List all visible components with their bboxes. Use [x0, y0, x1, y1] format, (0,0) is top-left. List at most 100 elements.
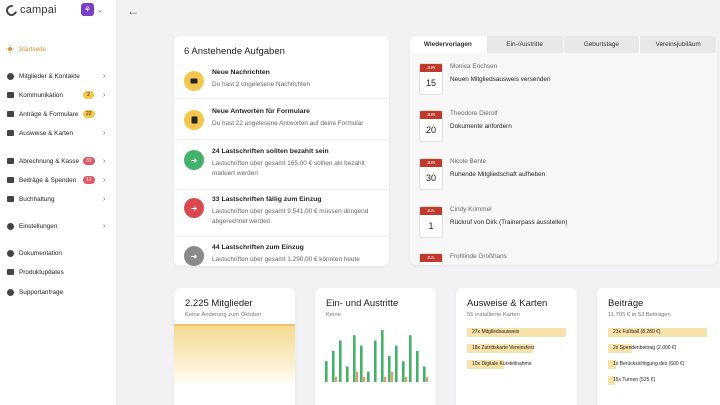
- tab-ein-austritte[interactable]: Ein-/Austritte: [486, 36, 564, 53]
- sidebar-item-ausweise[interactable]: Ausweise & Karten ›: [0, 126, 117, 140]
- fees-title: Beiträge: [608, 298, 644, 309]
- entries-exits-chart: [325, 330, 428, 382]
- task-text: Lastschriften über gesamt 9.541,00 € müs…: [212, 208, 369, 225]
- card-type-bar: 10x Digitale Kursteilnahme: [467, 360, 531, 369]
- followup-entry[interactable]: JUN 20 Theodore Dierolf Dokumente anford…: [419, 110, 709, 150]
- fees-card[interactable]: Beiträge 11.705 € in 53 Beiträgen 23x Fu…: [597, 288, 720, 405]
- tab-geburtstage[interactable]: Geburtstage: [563, 36, 641, 53]
- sidebar-item-dokumentation[interactable]: Dokumentation: [0, 246, 117, 260]
- fee-bar: 15x Turnen (525 €): [608, 376, 655, 385]
- sun-icon: [6, 45, 14, 53]
- divider: [174, 189, 389, 190]
- followup-entry[interactable]: JUL 1 Cindy Krimmel Rückruf von Dirk (Tr…: [419, 206, 709, 246]
- sidebar-item-antraege[interactable]: Anträge & Formulare 22: [0, 107, 117, 121]
- chevron-right-icon: ›: [103, 91, 106, 99]
- calendar-day: 20: [425, 125, 436, 135]
- entries-exits-title: Ein- und Austritte: [326, 298, 399, 309]
- app-logo[interactable]: campai: [3, 2, 57, 18]
- arrow-icon: ➜: [184, 246, 204, 266]
- fee-bar: 2x Spendenbeitrag (2.000 €): [608, 344, 676, 353]
- sidebar-item-einstellungen[interactable]: Einstellungen ›: [0, 219, 117, 233]
- calendar-month: JUN: [420, 64, 442, 72]
- people-icon: [6, 72, 14, 80]
- back-arrow-icon[interactable]: ←: [127, 4, 139, 18]
- entry-name: Theodore Dierolf: [450, 110, 498, 117]
- task-title: Neue Nachrichten: [212, 69, 270, 76]
- gear-icon: [6, 222, 14, 230]
- task-title: 24 Lastschriften sollten bezahlt sein: [212, 148, 329, 155]
- sidebar-item-mitglieder[interactable]: Mitglieder & Kontakte ›: [0, 69, 117, 83]
- entries-bar: [388, 356, 391, 382]
- task-text: Lastschriften über gesamt 165,00 € sollt…: [212, 160, 365, 177]
- sidebar-item-abrechnung[interactable]: Abrechnung & Kasse 33 ›: [0, 154, 117, 168]
- due-badge: 12: [83, 176, 95, 184]
- feed-tabs: Wiedervorlagen Ein-/Austritte Geburtstag…: [410, 36, 717, 53]
- calendar-day: 1: [428, 221, 434, 231]
- entries-bar: [346, 366, 349, 382]
- exits-bar: [426, 376, 428, 382]
- entries-bar: [367, 371, 370, 382]
- calendar-day: 30: [425, 173, 436, 183]
- sidebar-item-produktupdates[interactable]: Produktupdates: [0, 265, 117, 279]
- entries-bar: [374, 340, 377, 382]
- sidebar-item-startseite[interactable]: Startseite: [0, 42, 117, 56]
- unread-badge: 2: [83, 91, 94, 99]
- entry-name: Cindy Krimmel: [450, 206, 492, 213]
- cards-subtitle: 55 installierte Karten: [467, 312, 520, 318]
- chevron-right-icon: ›: [103, 157, 106, 165]
- tasks-title: 6 Anstehende Aufgaben: [184, 46, 285, 57]
- members-card[interactable]: 2.225 Mitglieder Keine Änderung zum Okto…: [174, 288, 295, 405]
- fee-bar: 1x Berücksichtigung des (600 €): [608, 360, 684, 369]
- calendar-month: JUL: [420, 207, 442, 215]
- form-icon: [6, 110, 14, 118]
- donation-icon: [6, 176, 14, 184]
- entries-exits-card[interactable]: Ein- und Austritte Keine: [315, 288, 436, 405]
- entry-text: Rückruf von Dirk (Trainerpass ausstellen…: [450, 219, 568, 226]
- form-icon: [184, 110, 204, 130]
- entries-bar: [332, 350, 335, 382]
- followup-entry[interactable]: JUL Frohlinde Großhans: [419, 253, 709, 265]
- entries-bar: [353, 335, 356, 382]
- followup-entry[interactable]: JUN 30 Nicole Bente Ruhende Mitgliedscha…: [419, 158, 709, 198]
- sidebar-item-supportanfrage[interactable]: Supportanfrage: [0, 285, 117, 299]
- support-icon: [6, 288, 14, 296]
- entries-bar: [325, 361, 328, 382]
- chevron-right-icon: ›: [103, 195, 106, 203]
- entries-bar: [339, 340, 342, 382]
- card-icon: [6, 129, 14, 137]
- calendar-date: JUN 15: [419, 63, 443, 95]
- followup-card: Wiedervorlagen Ein-/Austritte Geburtstag…: [410, 36, 717, 265]
- sidebar-item-buchhaltung[interactable]: Buchhaltung ›: [0, 192, 117, 206]
- card-type-bar: 18x Zutrittskarte Vereinsfest: [467, 344, 534, 353]
- chat-icon: [6, 91, 14, 99]
- exits-bar: [335, 376, 338, 382]
- sidebar-item-beitraege[interactable]: Beiträge & Spenden 12 ›: [0, 173, 117, 187]
- entry-text: Ruhende Mitgliedschaft aufheben: [450, 171, 546, 178]
- entries-bar: [381, 330, 384, 382]
- chevron-right-icon: ›: [103, 129, 106, 137]
- cards-card[interactable]: Ausweise & Karten 55 installierte Karten…: [456, 288, 577, 405]
- members-title: 2.225 Mitglieder: [185, 298, 253, 309]
- exits-bar: [363, 376, 366, 382]
- chevron-right-icon: ›: [103, 222, 106, 230]
- arrow-icon: ➜: [184, 198, 204, 218]
- tab-wiedervorlagen[interactable]: Wiedervorlagen: [410, 36, 487, 53]
- divider: [174, 98, 389, 99]
- card-type-bar: 27x Mitgliedsausweis: [467, 328, 566, 337]
- sidebar: campai ⚘ ⌄ Startseite Mitglieder & Konta…: [0, 0, 117, 405]
- task-text: Lastschriften über gesamt 1.290,00 € kön…: [212, 256, 360, 263]
- exits-bar: [356, 371, 359, 382]
- fee-bar: 23x Fußball (8.280 €): [608, 328, 707, 337]
- divider: [174, 236, 389, 237]
- entries-bar: [409, 335, 412, 382]
- sidebar-item-label: Startseite: [19, 45, 46, 53]
- entries-bar: [360, 345, 363, 382]
- tab-vereinsjubilaeum[interactable]: Vereinsjubiläum: [640, 36, 717, 53]
- exits-bar: [405, 376, 408, 382]
- sidebar-item-kommunikation[interactable]: Kommunikation 2 ›: [0, 88, 117, 102]
- exits-bar: [391, 371, 394, 382]
- due-badge: 33: [83, 157, 95, 165]
- followup-entry[interactable]: JUN 15 Monica Erichsen Neuen Mitgliedsau…: [419, 63, 709, 103]
- organization-switcher[interactable]: ⚘ ⌄: [81, 3, 103, 16]
- entries-bar: [402, 361, 405, 382]
